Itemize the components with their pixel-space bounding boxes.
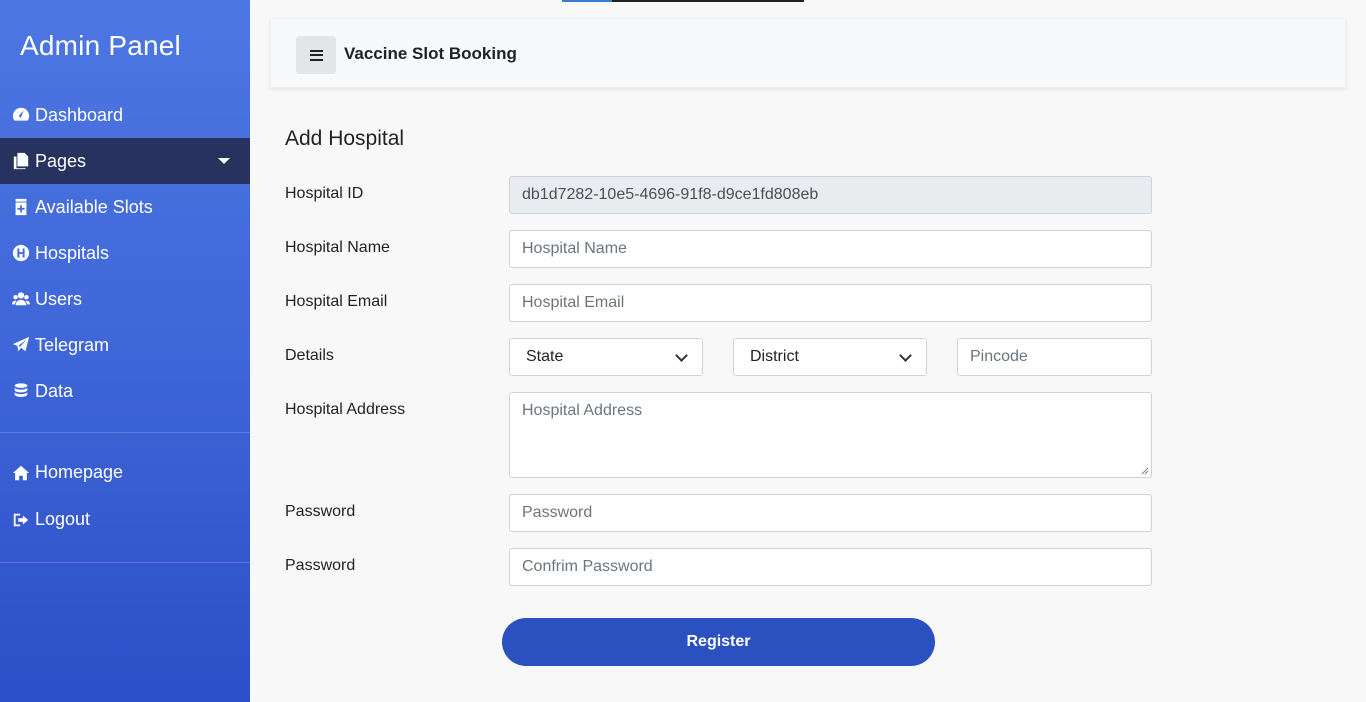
details-label: Details (285, 347, 334, 364)
sidebar-item-label: Logout (35, 509, 91, 529)
hospital-email-label: Hospital Email (285, 293, 388, 310)
sidebar-item-telegram[interactable]: Telegram (0, 322, 250, 368)
district-select[interactable]: District (733, 338, 927, 376)
district-select-value: District (750, 348, 799, 365)
header-title: Vaccine Slot Booking (344, 44, 517, 63)
home-icon (10, 462, 32, 484)
hospital-address-label: Hospital Address (285, 401, 406, 418)
sidebar-item-dashboard[interactable]: Dashboard (0, 92, 250, 138)
form-title: Add Hospital (285, 127, 405, 150)
slots-icon (10, 196, 32, 218)
confirm-password-placeholder: Confrim Password (522, 558, 653, 575)
password-label: Password (285, 503, 356, 520)
dashboard-icon (10, 104, 32, 126)
sidebar-item-label: Users (35, 288, 83, 309)
sidebar: Admin Panel Dashboard Pages Available Sl… (0, 0, 250, 702)
hospital-name-label: Hospital Name (285, 239, 390, 256)
resize-handle-icon[interactable] (1141, 467, 1149, 475)
database-icon (10, 380, 32, 402)
brand-title: Admin Panel (20, 30, 181, 61)
hospital-name-placeholder: Hospital Name (522, 240, 627, 257)
confirm-password-label: Password (285, 557, 356, 574)
sidebar-item-label: Data (35, 380, 74, 401)
sidebar-divider (0, 432, 250, 433)
sidebar-item-hospitals[interactable]: Hospitals (0, 230, 250, 276)
sidebar-toggle-button[interactable] (296, 36, 336, 74)
hospital-id-label: Hospital ID (285, 185, 364, 202)
hamburger-icon (309, 49, 323, 61)
sidebar-item-data[interactable]: Data (0, 368, 250, 414)
hospital-icon (10, 242, 32, 264)
hospital-address-textarea[interactable]: Hospital Address (509, 392, 1152, 478)
sidebar-item-users[interactable]: Users (0, 276, 250, 322)
state-select-value: State (526, 348, 564, 365)
sidebar-item-homepage[interactable]: Homepage (0, 449, 250, 496)
top-progress-strip (562, 0, 804, 2)
password-placeholder: Password (522, 504, 593, 521)
caret-down-icon (218, 158, 230, 164)
sidebar-nav: Dashboard Pages Available Slots Hospital… (0, 92, 250, 414)
register-button[interactable]: Register (502, 618, 935, 666)
telegram-icon (10, 334, 32, 356)
sidebar-secondary-nav: Homepage Logout (0, 449, 250, 543)
hospital-name-input[interactable]: Hospital Name (509, 230, 1152, 268)
hospital-address-placeholder: Hospital Address (522, 402, 643, 419)
confirm-password-input[interactable]: Confrim Password (509, 548, 1152, 586)
password-input[interactable]: Password (509, 494, 1152, 532)
sidebar-item-available-slots[interactable]: Available Slots (0, 184, 250, 230)
sidebar-item-label: Hospitals (35, 242, 110, 263)
hospital-id-value: db1d7282-10e5-4696-91f8-d9ce1fd808eb (522, 186, 819, 203)
hospital-email-placeholder: Hospital Email (522, 294, 625, 311)
sidebar-item-label: Telegram (35, 334, 110, 355)
sidebar-item-label: Homepage (35, 462, 124, 482)
pages-icon (10, 150, 32, 172)
chevron-down-icon (899, 348, 912, 362)
sidebar-item-pages[interactable]: Pages (0, 138, 250, 184)
hospital-id-field[interactable]: db1d7282-10e5-4696-91f8-d9ce1fd808eb (509, 176, 1152, 214)
logout-icon (10, 509, 32, 531)
pincode-placeholder: Pincode (970, 348, 1028, 365)
users-icon (10, 288, 32, 310)
sidebar-item-label: Available Slots (35, 196, 153, 217)
pincode-input[interactable]: Pincode (957, 338, 1152, 376)
sidebar-item-label: Dashboard (35, 104, 124, 125)
hospital-email-input[interactable]: Hospital Email (509, 284, 1152, 322)
chevron-down-icon (675, 348, 688, 362)
sidebar-item-logout[interactable]: Logout (0, 496, 250, 543)
sidebar-item-label: Pages (35, 150, 87, 171)
state-select[interactable]: State (509, 338, 703, 376)
top-header: Vaccine Slot Booking (270, 18, 1346, 88)
sidebar-divider (0, 562, 250, 563)
